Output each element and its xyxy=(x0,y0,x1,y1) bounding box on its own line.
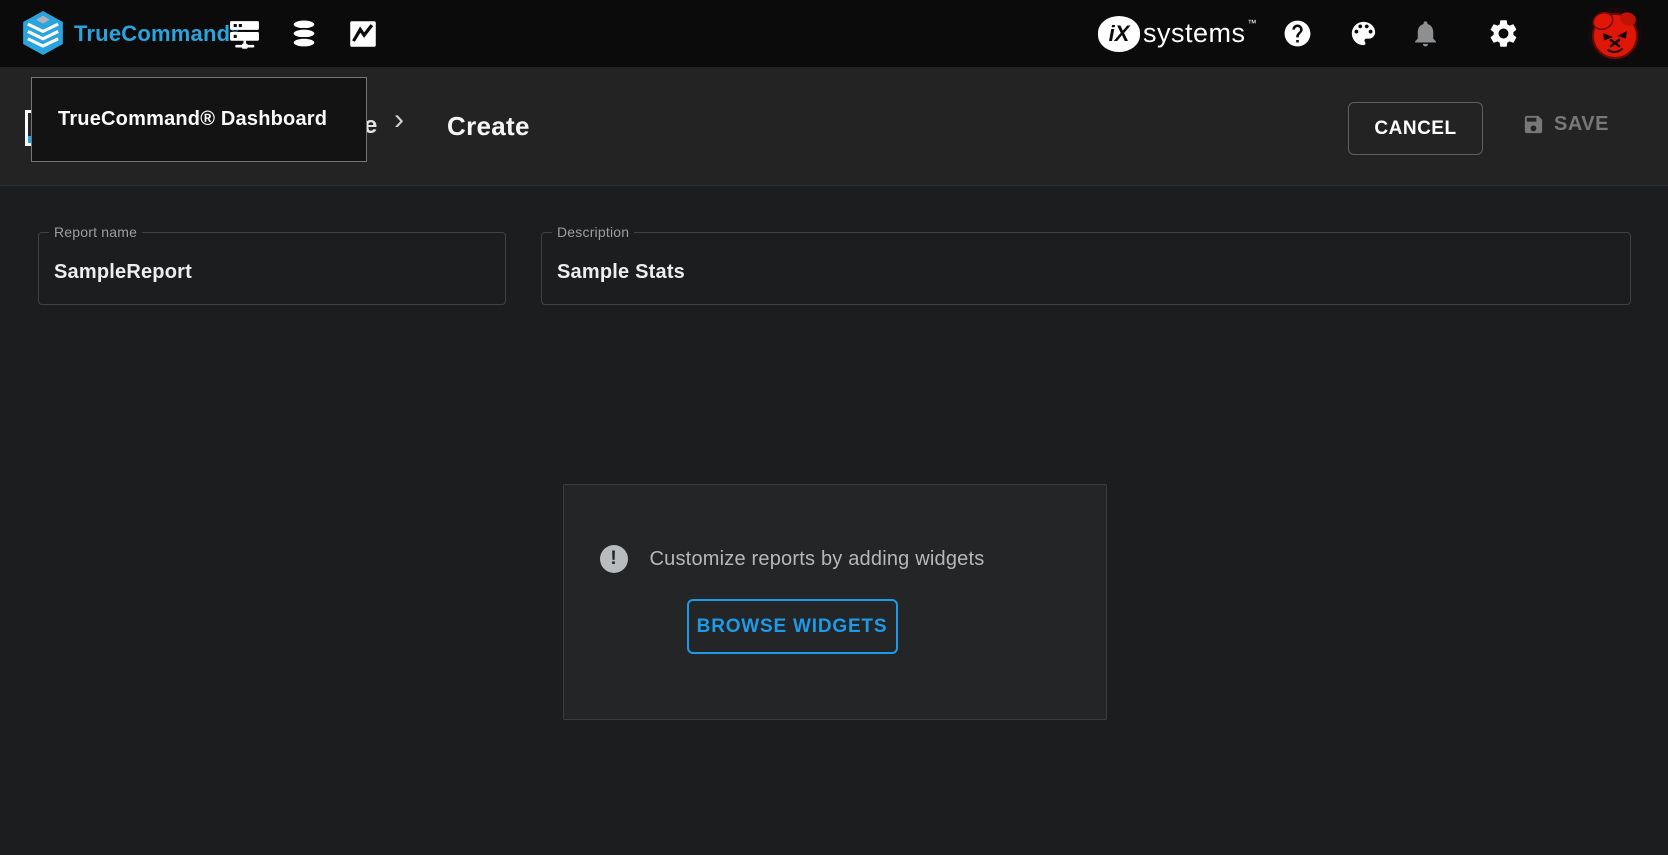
widgets-empty-state-panel: ! Customize reports by adding widgets BR… xyxy=(563,484,1107,720)
empty-state-message: Customize reports by adding widgets xyxy=(650,548,985,571)
brand-text: TrueCommand xyxy=(74,21,230,47)
browse-widgets-button[interactable]: BROWSE WIDGETS xyxy=(687,599,898,654)
user-avatar[interactable] xyxy=(1588,7,1642,61)
chevron-right-icon: › xyxy=(394,103,404,137)
report-name-field[interactable]: Report name SampleReport xyxy=(38,232,506,305)
storage-nav-icon[interactable] xyxy=(289,0,319,67)
page-header: e › Create TrueCommand® Dashboard CANCEL… xyxy=(0,67,1668,186)
save-button[interactable]: SAVE xyxy=(1522,113,1609,136)
tooltip-truecommand-dashboard: TrueCommand® Dashboard xyxy=(31,77,367,162)
reports-nav-icon[interactable] xyxy=(348,0,378,67)
report-name-label: Report name xyxy=(49,224,142,240)
brand-title: TrueCommand® xyxy=(74,0,239,67)
report-name-value[interactable]: SampleReport xyxy=(54,261,192,284)
empty-state-message-row: ! Customize reports by adding widgets xyxy=(600,545,985,573)
save-button-label: SAVE xyxy=(1554,113,1609,136)
ix-logo-mark: iX xyxy=(1098,16,1140,52)
systems-nav-icon[interactable] xyxy=(228,0,261,67)
palette-icon[interactable] xyxy=(1348,0,1379,67)
ixsystems-logo: iX systems ™ xyxy=(1098,0,1257,67)
page-title: Create xyxy=(447,111,530,142)
settings-icon[interactable] xyxy=(1487,0,1520,67)
help-icon[interactable] xyxy=(1282,0,1313,67)
topbar: TrueCommand® xyxy=(0,0,1668,67)
app-root: TrueCommand® xyxy=(0,0,1668,855)
info-icon: ! xyxy=(600,545,628,573)
description-value[interactable]: Sample Stats xyxy=(557,261,685,284)
cancel-button[interactable]: CANCEL xyxy=(1348,102,1483,155)
description-field[interactable]: Description Sample Stats xyxy=(541,232,1631,305)
save-icon xyxy=(1522,113,1545,136)
ix-logo-tm: ™ xyxy=(1248,18,1257,28)
ix-logo-text: systems xyxy=(1143,18,1246,49)
description-label: Description xyxy=(552,224,634,240)
truecommand-logo-icon[interactable] xyxy=(20,10,66,56)
notifications-icon[interactable] xyxy=(1410,0,1441,67)
